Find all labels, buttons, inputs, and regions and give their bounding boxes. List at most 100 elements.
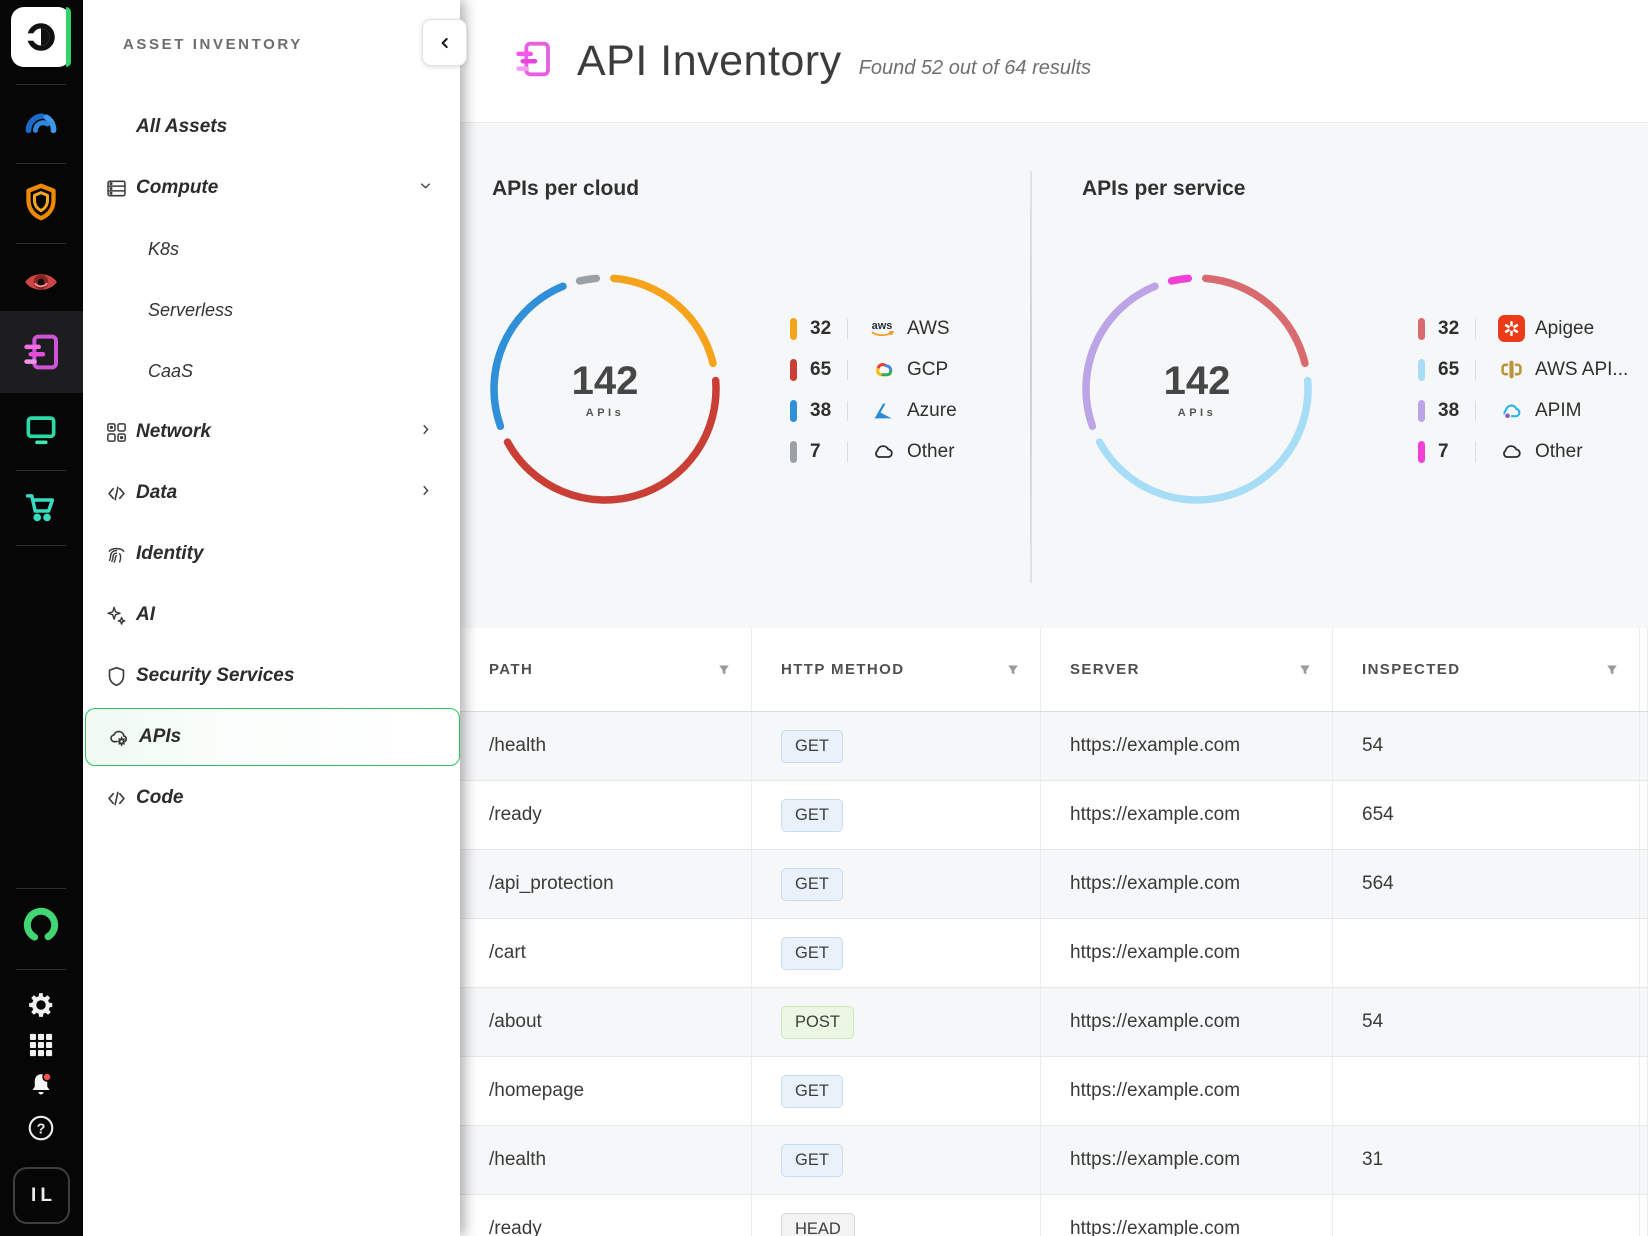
company-logo[interactable]: [11, 7, 71, 67]
chevron-right-icon[interactable]: [417, 421, 434, 443]
cloud-icon: [868, 437, 898, 467]
table-row[interactable]: /api_protection GET https://example.com …: [460, 850, 1648, 919]
legend-item-apigee: 32: [1418, 308, 1628, 349]
sidebar-item-data[interactable]: Data: [83, 463, 460, 523]
legend-color-pill: [1418, 318, 1425, 340]
sidebar-item-network[interactable]: Network: [83, 402, 460, 462]
donut-rings: [1077, 269, 1317, 509]
table-row[interactable]: /about POST https://example.com 54: [460, 988, 1648, 1057]
sidebar-item-label: CaaS: [148, 361, 193, 382]
filter-icon[interactable]: [1298, 663, 1312, 677]
table-row[interactable]: /ready GET https://example.com 654: [460, 781, 1648, 850]
legend-divider: [1475, 319, 1476, 339]
legend-value: 32: [810, 318, 847, 340]
column-label: SERVER: [1070, 661, 1140, 678]
sidebar-item-security-services[interactable]: Security Services: [83, 646, 460, 706]
spacer-cell: [1640, 712, 1648, 780]
method-cell: GET: [752, 850, 1041, 918]
table-row[interactable]: /homepage GET https://example.com: [460, 1057, 1648, 1126]
inspected-cell: 564: [1333, 850, 1640, 918]
filter-icon[interactable]: [1006, 663, 1020, 677]
legend-value: 65: [1438, 359, 1475, 381]
legend-item-other: 7 Other: [1418, 431, 1628, 472]
question-icon: ?: [26, 1113, 56, 1143]
sidebar-item-compute[interactable]: Compute: [83, 158, 460, 218]
sidebar-item-code[interactable]: Code: [83, 768, 460, 828]
legend-value: 65: [810, 359, 847, 381]
filter-icon[interactable]: [1605, 663, 1619, 677]
method-cell: POST: [752, 988, 1041, 1056]
api-document-icon: [21, 332, 61, 372]
inspected-cell: 31: [1333, 1126, 1640, 1194]
table-row[interactable]: /health GET https://example.com 31: [460, 1126, 1648, 1195]
filter-icon[interactable]: [717, 663, 731, 677]
notifications-button[interactable]: [18, 1062, 64, 1108]
platform-status-icon[interactable]: [18, 902, 64, 948]
spacer-cell: [1640, 1057, 1648, 1125]
security-nav-icon[interactable]: [18, 179, 64, 225]
column-header-inspected[interactable]: INSPECTED: [1333, 628, 1640, 711]
visibility-nav-icon[interactable]: [18, 259, 64, 305]
server-icon: [103, 175, 129, 201]
sidebar-item-label: Data: [136, 482, 177, 504]
inspected-cell: [1333, 919, 1640, 987]
legend-label: AWS API...: [1535, 359, 1628, 381]
sidebar-item-k8s[interactable]: K8s: [83, 219, 460, 279]
api-table: PATH HTTP METHOD SERVER INSPECTED: [460, 628, 1648, 1236]
sparkles-icon: [103, 602, 129, 628]
charts-panel: APIs per cloud 142 APIs 32: [460, 122, 1648, 628]
legend-divider: [847, 360, 848, 380]
sidebar-item-identity[interactable]: Identity: [83, 524, 460, 584]
sidebar-item-label: APIs: [139, 726, 181, 748]
page-header: API Inventory Found 52 out of 64 results: [460, 0, 1648, 122]
eye-red-icon: [21, 262, 61, 302]
monitoring-nav-icon[interactable]: [18, 99, 64, 145]
apim-icon: [1496, 396, 1526, 426]
server-cell: https://example.com: [1041, 988, 1333, 1056]
help-button[interactable]: ?: [18, 1105, 64, 1151]
method-badge: POST: [781, 1006, 854, 1039]
spacer-cell: [1640, 850, 1648, 918]
table-row[interactable]: /health GET https://example.com 54: [460, 712, 1648, 781]
cloud-icon: [1496, 437, 1526, 467]
sidebar-item-label: Identity: [136, 543, 204, 565]
spacer-cell: [1640, 781, 1648, 849]
path-cell: /cart: [460, 919, 752, 987]
chevron-down-icon[interactable]: [417, 177, 434, 199]
chevron-left-icon: [437, 35, 453, 51]
sidebar-item-all-assets[interactable]: All Assets: [83, 97, 460, 157]
donut-chart-cloud: 142 APIs: [485, 269, 725, 509]
path-cell: /health: [460, 712, 752, 780]
column-header-path[interactable]: PATH: [460, 628, 752, 711]
api-inventory-page-icon: [513, 39, 553, 84]
cloud-gear-icon: [106, 724, 132, 750]
table-row[interactable]: /cart GET https://example.com: [460, 919, 1648, 988]
legend-label: Apigee: [1535, 318, 1594, 340]
legend-item-gcp: 65 GCP: [790, 349, 957, 390]
sidebar-item-apis[interactable]: APIs: [85, 708, 460, 766]
legend-divider: [1475, 442, 1476, 462]
sidebar-item-ai[interactable]: AI: [83, 585, 460, 645]
marketplace-nav-icon[interactable]: [18, 484, 64, 530]
donut-rings: [485, 269, 725, 509]
grid-icon: [27, 1031, 55, 1059]
api-inventory-nav-icon[interactable]: [18, 329, 64, 375]
legend-item-aws: 32 aws AWS: [790, 308, 957, 349]
column-header-http-method[interactable]: HTTP METHOD: [752, 628, 1041, 711]
sidebar-collapse-button[interactable]: [422, 19, 467, 66]
sidebar-item-serverless[interactable]: Serverless: [83, 280, 460, 340]
legend-label: Other: [907, 441, 955, 463]
legend-divider: [847, 442, 848, 462]
table-row[interactable]: /ready HEAD https://example.com: [460, 1195, 1648, 1236]
sidebar-item-label: Serverless: [148, 300, 233, 321]
tenant-badge[interactable]: IL: [13, 1167, 70, 1224]
legend-value: 7: [1438, 441, 1475, 463]
azure-icon: [868, 396, 898, 426]
sidebar-item-caas[interactable]: CaaS: [83, 341, 460, 401]
spacer-cell: [1640, 919, 1648, 987]
rail-divider: [16, 243, 66, 244]
method-badge: HEAD: [781, 1213, 855, 1236]
chevron-right-icon[interactable]: [417, 482, 434, 504]
column-header-server[interactable]: SERVER: [1041, 628, 1333, 711]
endpoints-nav-icon[interactable]: [18, 407, 64, 453]
